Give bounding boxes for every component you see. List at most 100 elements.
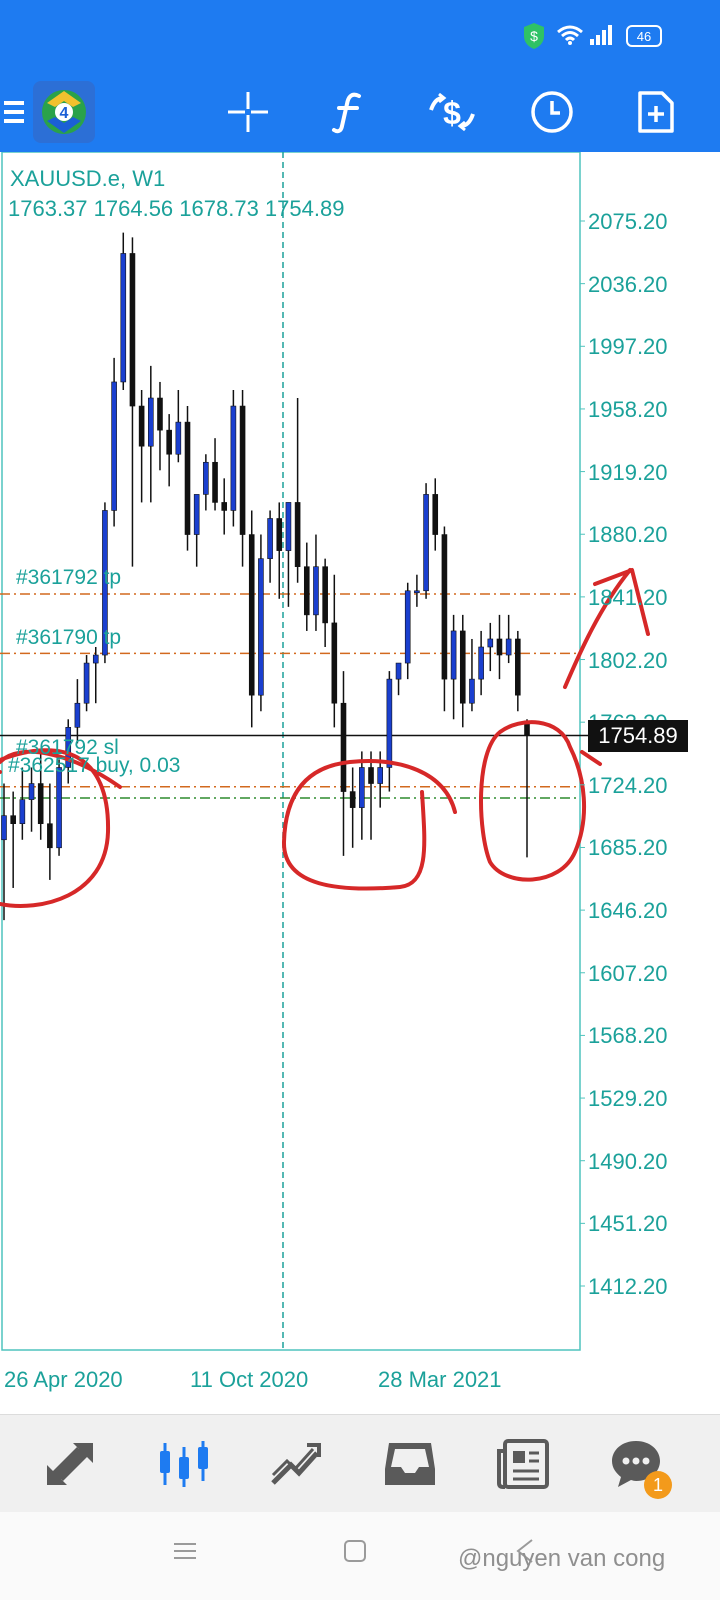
news-icon xyxy=(497,1439,549,1489)
date-tick-label: 26 Apr 2020 xyxy=(4,1367,123,1392)
watermark: @nguyen van cong xyxy=(458,1545,666,1572)
candle-body xyxy=(441,534,448,680)
candle-body xyxy=(459,630,466,704)
chart-area[interactable]: XAUUSD.e, W1 1763.37 1764.56 1678.73 175… xyxy=(0,152,720,1414)
current-price-value: 1754.89 xyxy=(598,722,678,748)
function-icon xyxy=(332,92,361,134)
candle-body xyxy=(221,502,228,511)
nav-history[interactable] xyxy=(360,1415,460,1513)
shield-dollar-icon: $ xyxy=(524,23,544,49)
candle-body xyxy=(267,518,273,559)
notification-badge: 1 xyxy=(644,1471,672,1499)
nav-quotes[interactable] xyxy=(20,1415,120,1513)
battery-icon: 46 xyxy=(626,25,662,47)
nav-messages[interactable]: 1 xyxy=(586,1415,686,1513)
candle-body xyxy=(148,397,154,447)
price-tick-label: 1919.20 xyxy=(588,459,668,485)
tp-level-label: #361792 tp xyxy=(16,566,122,589)
candle-body xyxy=(331,622,338,704)
candle-body xyxy=(212,461,218,503)
candle-body xyxy=(47,823,53,849)
price-tick-label: 1607.20 xyxy=(588,960,668,986)
crosshair-button[interactable] xyxy=(218,72,278,152)
candle-body xyxy=(386,678,393,768)
candle-body xyxy=(138,405,145,447)
candle-body xyxy=(515,638,521,696)
candle-body xyxy=(505,638,512,656)
buy-level-label: #362517 buy, 0.03 xyxy=(8,754,181,777)
candle-body xyxy=(239,405,246,535)
candle-body xyxy=(276,518,283,551)
recents-icon xyxy=(174,1543,196,1559)
candle-body xyxy=(175,421,182,455)
candle-body xyxy=(322,566,328,624)
candle-body xyxy=(423,494,429,592)
recents-button[interactable] xyxy=(170,1536,200,1566)
candle-body xyxy=(10,815,16,824)
price-tick-label: 1880.20 xyxy=(588,522,668,548)
home-icon xyxy=(344,1540,366,1562)
indicators-button[interactable] xyxy=(318,72,378,152)
menu-icon xyxy=(4,101,24,123)
candle-body xyxy=(1,815,7,841)
candle-body xyxy=(203,461,209,495)
candle-body xyxy=(129,253,136,407)
candle-body xyxy=(404,590,411,664)
symbol-label: XAUUSD.e, W1 xyxy=(10,166,166,191)
template-button[interactable] xyxy=(626,72,686,152)
date-tick-label: 28 Mar 2021 xyxy=(378,1367,502,1392)
candle-body xyxy=(111,381,117,511)
price-tick-label: 1958.20 xyxy=(588,396,668,422)
menu-button[interactable] xyxy=(0,72,30,152)
candle-body xyxy=(184,421,191,535)
quotes-icon xyxy=(47,1443,93,1485)
inbox-icon xyxy=(385,1443,435,1485)
candle-body xyxy=(450,630,457,680)
price-tick-label: 1841.20 xyxy=(588,584,668,610)
timeframe-button[interactable] xyxy=(522,72,582,152)
price-tick-label: 2036.20 xyxy=(588,271,668,297)
candle-body xyxy=(230,405,237,511)
ohlc-label: 1763.37 1764.56 1678.73 1754.89 xyxy=(8,196,345,221)
candle-body xyxy=(193,494,200,535)
price-tick-label: 1412.20 xyxy=(588,1274,668,1299)
candle-body xyxy=(377,767,383,784)
crosshair-icon xyxy=(228,92,268,132)
candle-body xyxy=(469,678,475,704)
nav-trade[interactable] xyxy=(246,1415,346,1513)
nav-news[interactable] xyxy=(474,1415,574,1513)
candle-body xyxy=(349,791,356,808)
trade-icon: $ xyxy=(429,92,475,132)
price-tick-label: 1802.20 xyxy=(588,647,668,673)
candle-body xyxy=(294,502,301,567)
candle-body xyxy=(303,566,310,616)
candle-body xyxy=(359,767,365,808)
price-tick-label: 1529.20 xyxy=(588,1086,668,1112)
candle-body xyxy=(74,702,81,728)
candle-body xyxy=(19,799,26,824)
price-tick-label: 1490.20 xyxy=(588,1148,668,1174)
home-button[interactable] xyxy=(340,1536,370,1566)
candle-body xyxy=(166,429,172,455)
candle-body xyxy=(285,502,292,551)
template-icon xyxy=(638,91,674,133)
candle-body xyxy=(368,767,374,784)
candle-body xyxy=(478,646,484,680)
candle-body xyxy=(28,783,35,800)
new-order-button[interactable]: $ xyxy=(422,72,482,152)
svg-text:4: 4 xyxy=(60,105,69,122)
price-tick-label: 1724.20 xyxy=(588,772,668,798)
app-logo[interactable]: 4 xyxy=(32,72,96,152)
price-tick-label: 1451.20 xyxy=(588,1211,668,1237)
date-tick-label: 11 Oct 2020 xyxy=(190,1367,309,1392)
candle-body xyxy=(414,590,420,594)
price-tick-label: 2075.20 xyxy=(588,209,668,234)
candle-body xyxy=(37,783,44,824)
candle-body xyxy=(56,767,62,849)
price-tick-label: 1568.20 xyxy=(588,1023,668,1049)
status-bar: $ 46 xyxy=(0,0,720,72)
nav-chart[interactable] xyxy=(134,1415,234,1513)
candlestick-icon xyxy=(160,1441,208,1487)
candle-body xyxy=(83,662,90,704)
candle-body xyxy=(120,253,127,383)
